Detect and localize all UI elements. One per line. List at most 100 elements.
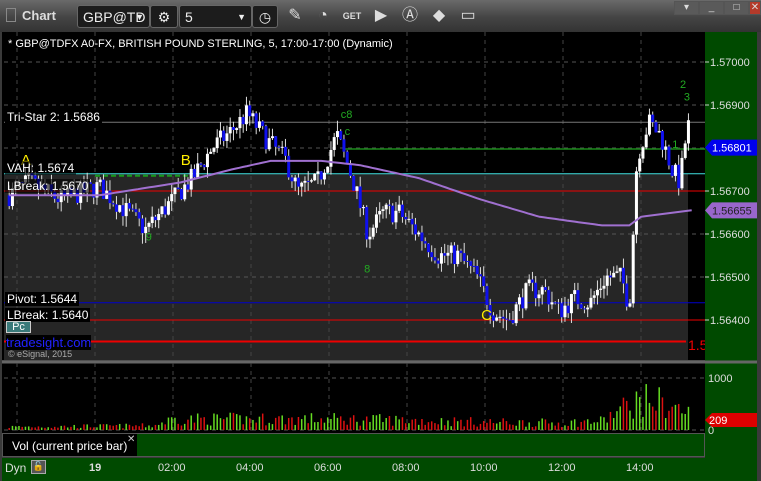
candle-body [313, 173, 317, 181]
chevron-down-icon: ▼ [237, 12, 246, 22]
maximize-button[interactable]: □ [724, 1, 749, 15]
price-tick-label: 1.56900 [710, 100, 750, 112]
candle-body [595, 289, 599, 296]
candle-body [218, 130, 222, 138]
candle-body [280, 146, 284, 148]
link-icon[interactable]: ◆ [429, 6, 449, 26]
candle-body [475, 265, 479, 275]
auto-scale-icon[interactable]: Ⓐ [400, 6, 420, 26]
drag-handle-icon[interactable] [6, 8, 16, 22]
candle-body [400, 204, 404, 217]
candle-body [309, 180, 313, 182]
play-icon[interactable]: ▶ [371, 6, 391, 26]
candle-body [644, 134, 648, 148]
candle-body [670, 165, 674, 176]
candle-body [426, 243, 430, 253]
candle-body [592, 295, 596, 298]
volume-label: Vol (current price bar) [12, 439, 128, 453]
pencil-icon[interactable]: ✎ [285, 6, 305, 26]
lock-icon[interactable]: 🔓 [31, 460, 46, 474]
candle-body [641, 147, 645, 159]
candle-body [270, 136, 274, 139]
td-count-label: 8 [364, 264, 370, 276]
price-tick-label: 1.57000 [710, 57, 750, 69]
get-icon[interactable]: GET [342, 6, 362, 26]
comment-icon[interactable]: ▭ [458, 6, 478, 26]
close-study-icon[interactable]: ✕ [127, 434, 135, 445]
candle-body [472, 265, 476, 267]
candle-body [660, 131, 664, 150]
candle-body [261, 121, 265, 127]
volume-panel-label-bar: Vol (current price bar) ✕ [2, 433, 705, 457]
time-tick-label: 06:00 [314, 462, 342, 474]
minimize-button[interactable]: _ [699, 1, 724, 15]
candle-body [202, 164, 206, 168]
candle-body [446, 252, 450, 256]
candle-body [413, 224, 417, 235]
candle-body [225, 133, 229, 141]
candle-body [283, 146, 287, 156]
interval-value: 5 [185, 9, 193, 25]
candle-body [166, 201, 170, 215]
candle-body [205, 153, 209, 168]
candle-body [306, 180, 310, 182]
candle-body [287, 155, 291, 178]
time-tick-label: 02:00 [158, 462, 186, 474]
pivot-label: Pivot: 1.5644 [5, 292, 80, 306]
candle-body [121, 205, 125, 217]
candle-body [667, 146, 671, 166]
interval-dropdown[interactable]: 5 ▼ [179, 5, 252, 28]
candle-body [374, 214, 378, 228]
candle-body [602, 285, 606, 289]
candle-body [303, 180, 307, 183]
candle-body [300, 182, 304, 187]
candle-body [316, 171, 320, 174]
window-menu-button[interactable]: ▾ [674, 1, 699, 15]
candle-body [290, 177, 294, 182]
settings-button[interactable]: ⚙ [150, 5, 178, 28]
candle-body [157, 214, 161, 221]
candle-body [576, 290, 580, 305]
candle-body [397, 204, 401, 211]
clock-button[interactable]: ◷ [252, 5, 278, 28]
volume-label-tab: Vol (current price bar) ✕ [3, 434, 137, 456]
candle-body [547, 290, 551, 305]
candle-body [391, 205, 395, 223]
candle-body [638, 158, 642, 172]
candle-body [345, 151, 349, 164]
price-chart[interactable]: ABC98c8c1231.570001.569001.567001.566001… [0, 32, 761, 481]
candle-body [257, 121, 261, 128]
candle-body [605, 275, 609, 286]
candle-body [420, 232, 424, 242]
candle-body [111, 203, 115, 205]
candle-body [514, 304, 518, 324]
candle-body [101, 179, 105, 199]
candle-body [196, 163, 200, 178]
title-bar: Chart GBP@TD ▼ ⚙ 5 ▼ ◷ ✎ ◔ GET ▶ Ⓐ ◆ ▭ ▾ _… [0, 0, 761, 32]
vah-label: VAH: 1.5674 [5, 161, 77, 175]
candle-body [147, 222, 151, 227]
time-tick-label: 14:00 [626, 462, 654, 474]
candle-body [56, 198, 60, 203]
candle-body [465, 260, 469, 262]
price-tick-label: 1.56500 [710, 272, 750, 284]
candle-body [150, 216, 154, 223]
candle-body [673, 164, 677, 176]
candle-body [173, 187, 177, 195]
candle-body [222, 130, 226, 141]
pfc-badge[interactable]: Pc [6, 321, 31, 333]
red-right-label: 1.5 [688, 337, 705, 353]
candle-body [436, 260, 440, 264]
study-icon[interactable]: ◔ [313, 6, 333, 26]
pattern-marker: B [181, 152, 191, 169]
price-tick-label: 1.56700 [710, 186, 750, 198]
candle-body [355, 186, 359, 191]
volume-last-text: 209 [709, 415, 727, 427]
candle-body [322, 172, 326, 180]
close-button[interactable]: ✕ [749, 1, 761, 15]
chevron-down-icon: ▼ [135, 12, 144, 22]
symbol-dropdown[interactable]: GBP@TD ▼ [77, 5, 150, 28]
candle-body [332, 137, 336, 150]
candle-body [293, 177, 297, 182]
time-tick-label: 12:00 [548, 462, 576, 474]
